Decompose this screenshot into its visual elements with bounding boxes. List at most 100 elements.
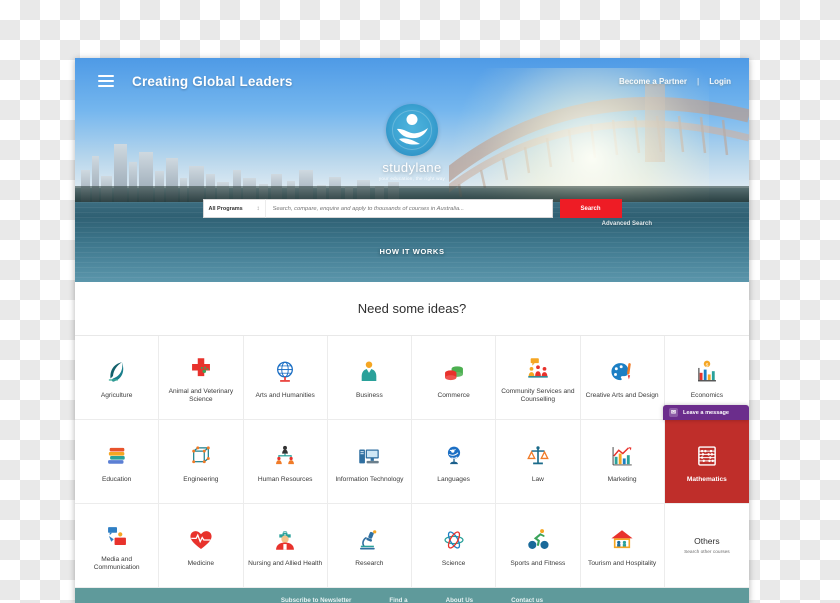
books-stack-icon: [107, 447, 125, 464]
category-tile-commerce[interactable]: Commerce: [412, 336, 497, 420]
veterinary-cross-icon: [191, 358, 210, 376]
logo-wordmark: studylane: [382, 160, 442, 175]
category-tile-agriculture[interactable]: Agriculture: [75, 336, 160, 420]
category-tile-tourism-and-hospitality[interactable]: Tourism and Hospitality: [580, 504, 665, 588]
search-button[interactable]: Search: [559, 199, 622, 218]
footer-link[interactable]: Find a: [389, 597, 407, 603]
logo-body-shape: [397, 128, 428, 145]
leave-a-message-widget[interactable]: ✉ Leave a message: [663, 405, 749, 420]
org-chart-people-icon: [276, 445, 295, 464]
footer-link[interactable]: Contact us: [511, 597, 543, 603]
category-label: Media and Communication: [93, 555, 140, 571]
login-link[interactable]: Login: [709, 77, 731, 86]
top-navigation-bar: Creating Global Leaders Become a Partner…: [75, 58, 749, 104]
nurse-icon: [276, 531, 295, 550]
footer-links: Subscribe to Newsletter Find a About Us Con…: [75, 597, 749, 603]
media-person-icon: [107, 526, 126, 545]
palette-brush-icon: [611, 362, 631, 380]
nurse-icon: [272, 523, 298, 553]
cube-wireframe-icon: [192, 446, 210, 464]
category-label: Marketing: [607, 475, 637, 483]
leaf-icon: [104, 355, 130, 385]
org-chart-people-icon: [272, 439, 298, 469]
cyclist-icon: [525, 523, 551, 553]
advanced-search-link[interactable]: Advanced Search: [602, 221, 652, 227]
hotel-icon: [609, 523, 635, 553]
category-tile-mathematics[interactable]: Mathematics: [664, 420, 749, 504]
category-tile-business[interactable]: Business: [327, 336, 412, 420]
category-tile-media-and-communication[interactable]: Media and Communication: [75, 504, 160, 588]
category-label: Science: [441, 559, 466, 567]
chevron-down-icon: ↕: [256, 205, 260, 212]
hotel-icon: [611, 530, 633, 548]
program-select[interactable]: All Programs ↕: [202, 199, 265, 218]
media-person-icon: [104, 519, 130, 549]
search-bar: All Programs ↕ Search: [75, 199, 749, 218]
category-tile-others[interactable]: Others Search other courses: [664, 504, 749, 588]
heart-pulse-icon: [188, 523, 214, 553]
group-chat-icon: [525, 351, 551, 381]
site-logo[interactable]: studylane your education, the right way: [75, 104, 749, 181]
category-grid: Agriculture Animal and Veterinary Science…: [75, 335, 749, 588]
category-tile-marketing[interactable]: Marketing: [580, 420, 665, 504]
site-footer: Subscribe to Newsletter Find a About Us Con…: [75, 588, 749, 603]
bar-chart-dollar-icon: $: [697, 360, 716, 382]
category-tile-science[interactable]: Science: [412, 504, 497, 588]
globe-stand-icon: [441, 439, 467, 469]
category-tile-community-services-and-counselling[interactable]: Community Services and Counselling: [496, 336, 581, 420]
category-label: Economics: [690, 391, 723, 399]
studylane-person-icon: [386, 104, 438, 156]
category-label: Nursing and Allied Health: [248, 559, 323, 567]
bar-chart-dollar-icon: $: [694, 355, 720, 385]
category-tile-languages[interactable]: Languages: [412, 420, 497, 504]
category-label: Creative Arts and Design: [585, 391, 659, 399]
microscope-icon: [356, 523, 382, 553]
category-tile-arts-and-humanities[interactable]: Arts and Humanities: [243, 336, 328, 420]
category-tile-human-resources[interactable]: Human Resources: [243, 420, 328, 504]
computer-icon: [359, 449, 380, 464]
category-tile-research[interactable]: Research: [327, 504, 412, 588]
category-label: Human Resources: [257, 475, 313, 483]
category-label: Community Services and Counselling: [501, 387, 575, 403]
leave-a-message-label: Leave a message: [683, 409, 730, 416]
category-tile-nursing-and-allied-health[interactable]: Nursing and Allied Health: [243, 504, 328, 588]
footer-link[interactable]: Subscribe to Newsletter: [281, 597, 352, 603]
category-label: Tourism and Hospitality: [588, 559, 657, 567]
scales-of-justice-icon: [527, 446, 549, 465]
hamburger-icon[interactable]: [98, 72, 114, 90]
category-label: Arts and Humanities: [255, 391, 315, 399]
category-tile-creative-arts-and-design[interactable]: Creative Arts and Design: [580, 336, 665, 420]
category-tile-animal-and-veterinary-science[interactable]: Animal and Veterinary Science: [159, 336, 244, 420]
cube-wireframe-icon: [188, 439, 214, 469]
how-it-works-link[interactable]: HOW IT WORKS: [75, 247, 749, 256]
coins-icon: [441, 355, 467, 385]
computer-icon: [356, 439, 382, 469]
category-label: Others: [694, 535, 720, 546]
category-label: Animal and Veterinary Science: [168, 387, 234, 403]
category-tile-information-technology[interactable]: Information Technology: [327, 420, 412, 504]
category-tile-engineering[interactable]: Engineering: [159, 420, 244, 504]
coins-icon: [444, 366, 463, 380]
site-window: Creating Global Leaders Become a Partner…: [75, 58, 749, 603]
page-title: Need some ideas?: [75, 282, 749, 335]
become-a-partner-link[interactable]: Become a Partner: [619, 77, 687, 86]
books-stack-icon: [104, 439, 130, 469]
category-tile-education[interactable]: Education: [75, 420, 160, 504]
category-tile-sports-and-fitness[interactable]: Sports and Fitness: [496, 504, 581, 588]
category-label: Law: [531, 475, 544, 483]
category-label: Medicine: [187, 559, 215, 567]
veterinary-cross-icon: [188, 351, 214, 381]
heart-pulse-icon: [190, 530, 212, 549]
leaf-icon: [108, 362, 123, 382]
category-label: Commerce: [437, 391, 470, 399]
program-select-value: All Programs: [208, 205, 243, 212]
category-tile-law[interactable]: Law: [496, 420, 581, 504]
hero-banner: Creating Global Leaders Become a Partner…: [75, 58, 749, 282]
category-label: Engineering: [183, 475, 219, 483]
globe-grid-icon: [277, 361, 294, 382]
category-label: Information Technology: [335, 475, 404, 483]
footer-link[interactable]: About Us: [446, 597, 474, 603]
category-tile-medicine[interactable]: Medicine: [159, 504, 244, 588]
search-input[interactable]: [264, 199, 553, 218]
brand-tagline: Creating Global Leaders: [132, 73, 293, 89]
